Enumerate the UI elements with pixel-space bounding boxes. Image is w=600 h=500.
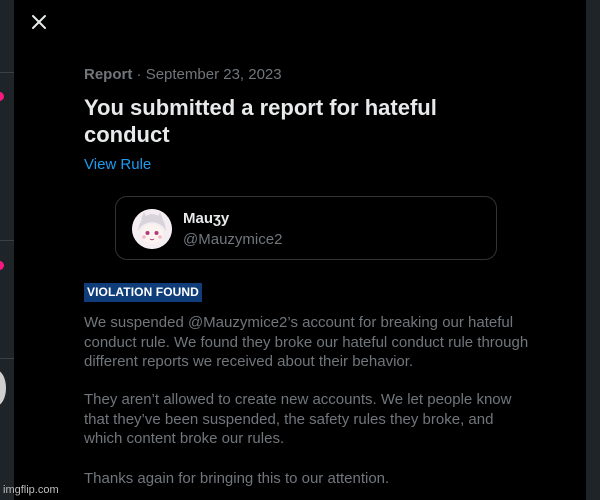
user-display-name: Mauʒy [183, 210, 230, 227]
notification-dot [0, 261, 4, 270]
user-handle: @Mauzymice2 [183, 231, 283, 248]
watermark: imgflip.com [3, 484, 59, 496]
divider [0, 72, 14, 73]
report-label: Report [84, 66, 133, 83]
report-meta: Report · September 23, 2023 [84, 66, 282, 83]
divider [0, 358, 14, 359]
divider [0, 240, 14, 241]
body-paragraph: Thanks again for bringing this to our at… [84, 470, 390, 487]
background-sidebar [0, 0, 14, 500]
close-button[interactable] [26, 9, 52, 35]
avatar [132, 209, 172, 249]
close-icon [32, 15, 46, 29]
reported-user-card[interactable]: Mauʒy @Mauzymice2 [115, 196, 497, 260]
background-avatar [0, 370, 6, 406]
report-date: September 23, 2023 [145, 66, 282, 83]
page-title: You submitted a report for hateful condu… [84, 95, 437, 147]
view-rule-link[interactable]: View Rule [84, 156, 151, 173]
body-paragraph: We suspended @Mauzymice2’s account for b… [84, 314, 529, 370]
meta-separator: · [132, 66, 146, 83]
notification-dot [0, 92, 4, 101]
status-badge: VIOLATION FOUND [84, 283, 202, 302]
body-paragraph: They aren’t allowed to create new accoun… [84, 391, 512, 447]
avatar-image [132, 209, 172, 249]
background-right [586, 0, 600, 500]
